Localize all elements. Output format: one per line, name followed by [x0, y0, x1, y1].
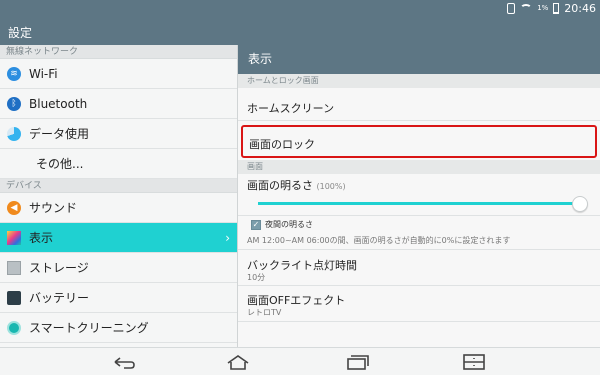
sidebar-item-label: ストレージ [29, 261, 89, 275]
back-icon[interactable] [112, 354, 136, 370]
screen-off-effect-item[interactable]: 画面OFFエフェクト レトロTV [238, 286, 600, 322]
display-icon [7, 230, 21, 245]
backlight-time-value: 10分 [247, 273, 266, 282]
sidebar-item-label: サウンド [29, 201, 78, 215]
brightness-label: 画面の明るさ [247, 179, 313, 192]
home-screen-item[interactable]: ホームスクリーン [238, 88, 600, 121]
brightness-item: 画面の明るさ (100%) [238, 174, 600, 216]
backlight-time-item[interactable]: バックライト点灯時間 10分 [238, 250, 600, 286]
action-bar: 設定 [0, 16, 600, 45]
home-icon[interactable] [226, 354, 250, 370]
data-usage-icon [7, 126, 21, 141]
sidebar-item-battery[interactable]: バッテリー [0, 283, 238, 313]
night-brightness-item[interactable]: ✓ 夜間の明るさ AM 12:00~AM 06:00の間、画面の明るさが自動的に… [238, 216, 600, 250]
battery-percent: 1% [537, 4, 549, 12]
backlight-time-label: バックライト点灯時間 [247, 259, 357, 272]
settings-category-list[interactable]: 無線ネットワーク ≋ Wi-Fi ᛒ Bluetooth データ使用 その他..… [0, 45, 238, 347]
status-bar: 1% 20:46 [0, 0, 600, 16]
battery-settings-icon [7, 290, 21, 305]
bluetooth-icon: ᛒ [7, 96, 21, 111]
home-screen-label: ホームスクリーン [247, 102, 335, 115]
sidebar-item-label: バッテリー [29, 291, 90, 305]
sidebar-item-other[interactable]: その他... [0, 149, 238, 179]
night-brightness-label: 夜間の明るさ [265, 220, 313, 229]
sidebar-item-label: Wi-Fi [29, 66, 58, 81]
smart-cleaning-icon [7, 320, 21, 335]
lock-screen-label: 画面のロック [249, 138, 315, 151]
section-header-device: デバイス [0, 179, 238, 193]
pane-title: 表示 [238, 45, 600, 74]
bluetooth-status-icon [507, 2, 516, 14]
sidebar-item-label: Bluetooth [29, 96, 88, 111]
brightness-slider-track[interactable] [258, 202, 576, 205]
sidebar-item-label: 表示 [29, 231, 54, 245]
clock: 20:46 [564, 1, 596, 15]
sidebar-item-storage[interactable]: ストレージ [0, 253, 238, 283]
app-title: 設定 [8, 26, 33, 40]
night-brightness-description: AM 12:00~AM 06:00の間、画面の明るさが自動的に0%に設定されます [247, 236, 511, 245]
navigation-bar [0, 347, 600, 375]
sidebar-item-data-usage[interactable]: データ使用 [0, 119, 238, 149]
sidebar-item-label: データ使用 [29, 127, 90, 141]
sidebar-item-label: その他... [36, 157, 84, 171]
screen-off-effect-label: 画面OFFエフェクト [247, 294, 346, 307]
sidebar-item-display[interactable]: 表示 › [0, 223, 238, 253]
brightness-slider-handle[interactable] [572, 196, 588, 212]
sidebar-item-wifi[interactable]: ≋ Wi-Fi [0, 59, 238, 89]
status-icons: 1% 20:46 [507, 1, 596, 15]
battery-icon [553, 2, 560, 14]
display-settings-pane[interactable]: 表示 ホームとロック画面 ホームスクリーン 画面のロック 画面 画面の明るさ (… [238, 45, 600, 347]
screen-off-effect-value: レトロTV [247, 308, 282, 317]
night-brightness-checkbox[interactable]: ✓ [251, 220, 261, 230]
section-header-wireless: 無線ネットワーク [0, 45, 238, 59]
sound-icon: ◀ [7, 200, 21, 215]
brightness-percent: (100%) [316, 182, 346, 191]
sidebar-item-smart-cleaning[interactable]: スマートクリーニング [0, 313, 238, 343]
section-header-screen: 画面 [238, 160, 600, 174]
section-header-home-lock: ホームとロック画面 [238, 74, 600, 88]
sidebar-item-bluetooth[interactable]: ᛒ Bluetooth [0, 89, 238, 119]
sidebar-item-label: スマートクリーニング [29, 321, 149, 335]
menu-icon[interactable] [462, 354, 486, 370]
storage-icon [7, 260, 21, 275]
sidebar-item-sound[interactable]: ◀ サウンド [0, 193, 238, 223]
wifi-status-icon [520, 3, 533, 13]
recent-apps-icon[interactable] [346, 354, 370, 370]
lock-screen-item[interactable]: 画面のロック [241, 125, 597, 158]
wifi-icon: ≋ [7, 66, 21, 81]
chevron-right-icon: › [225, 231, 230, 245]
